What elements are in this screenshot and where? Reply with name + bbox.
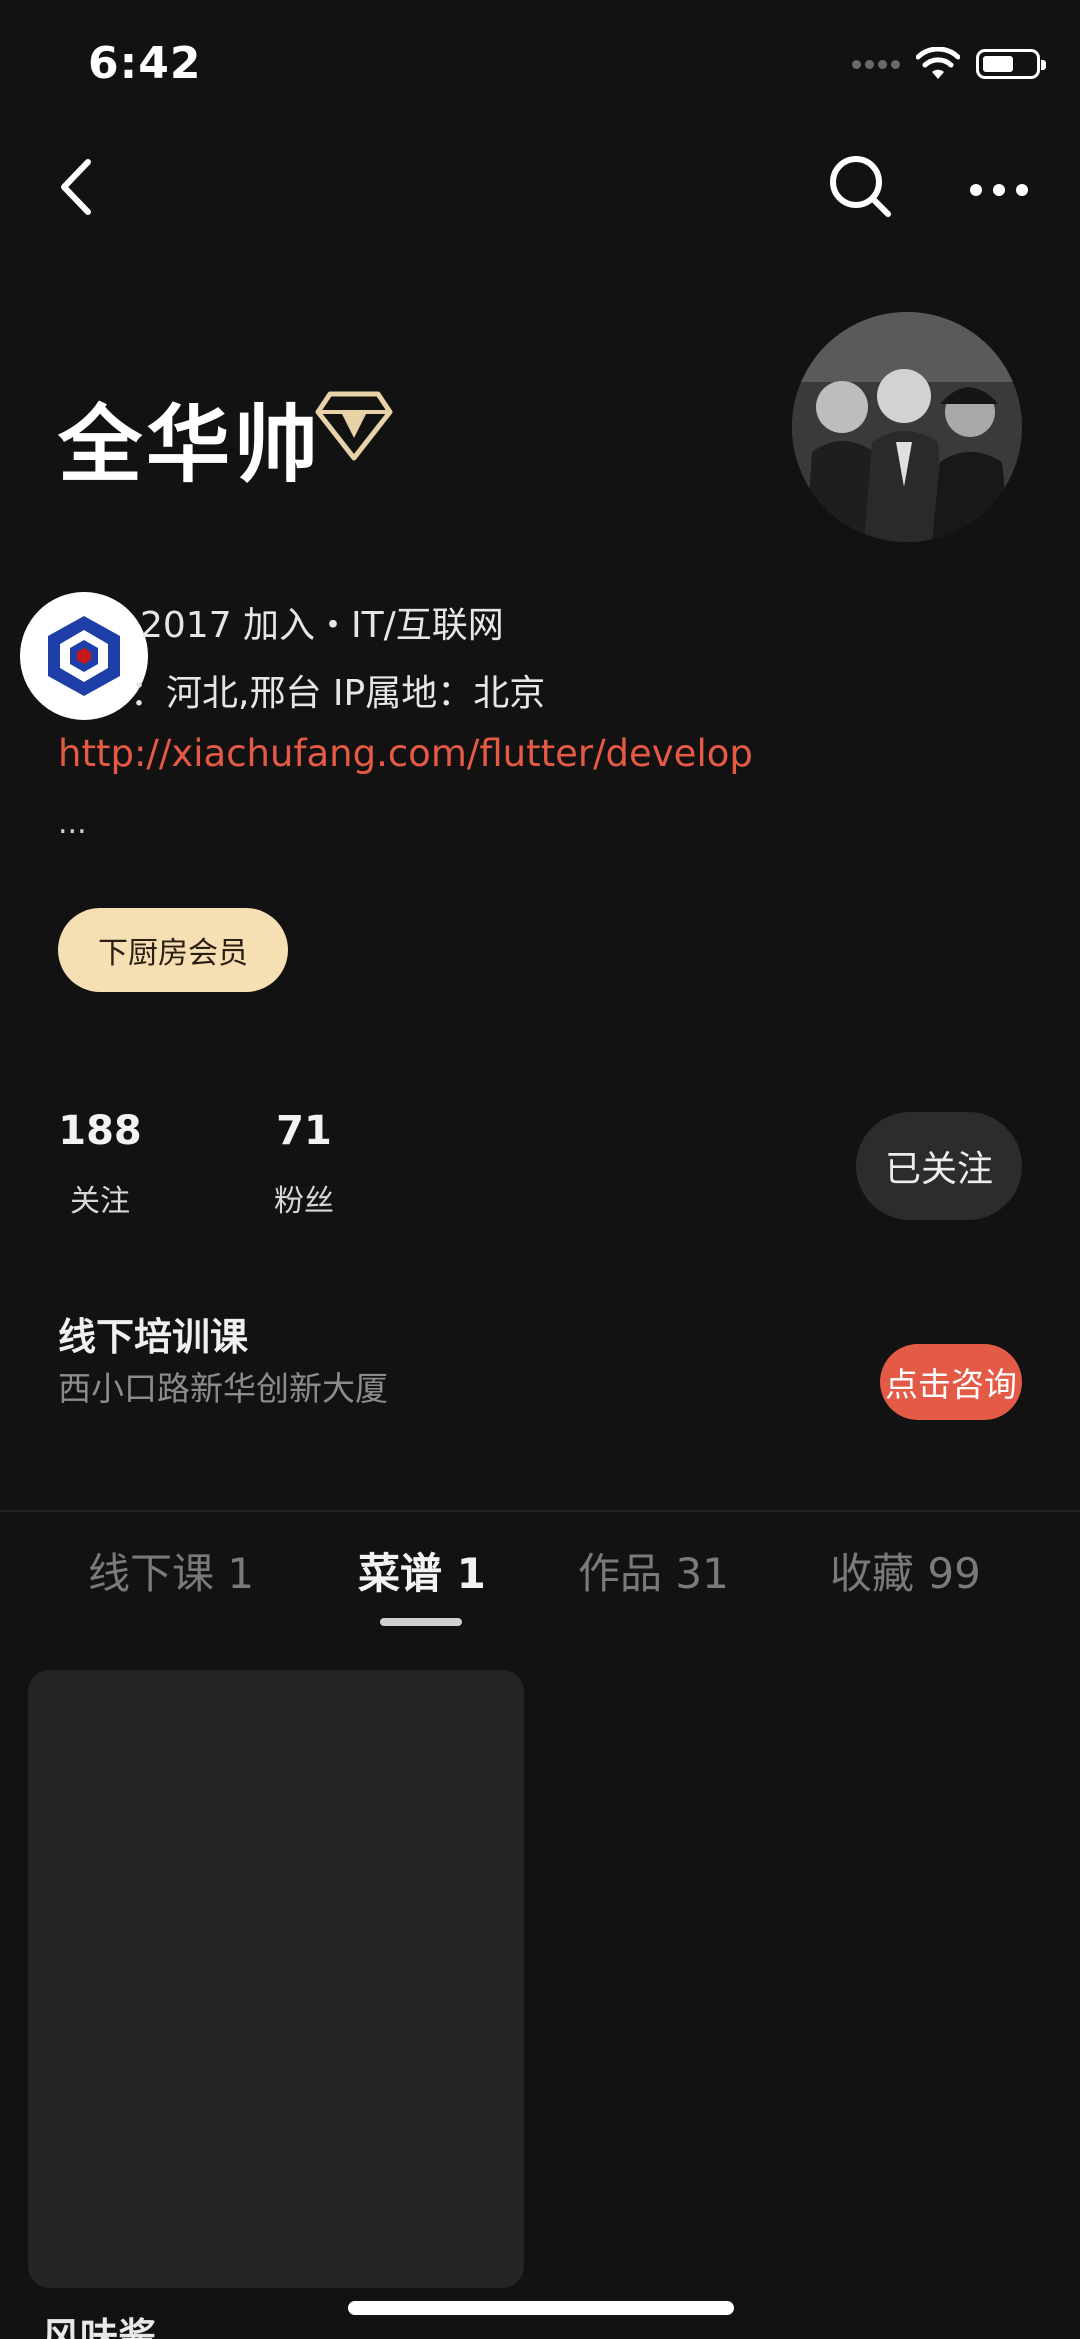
active-tab-indicator <box>380 1618 462 1626</box>
location-info: ：河北,邢台 IP属地：北京 <box>130 673 546 714</box>
join-info: 2017 加入・IT/互联网 <box>140 605 504 646</box>
follow-button[interactable]: 已关注 <box>856 1112 1022 1220</box>
cellular-signal-icon <box>852 59 900 69</box>
profile-link[interactable]: http://xiachufang.com/flutter/develop <box>58 732 753 775</box>
recipe-title[interactable]: 风味酱 <box>42 2306 156 2339</box>
tab-recipes[interactable]: 菜谱 1 <box>358 1540 486 1601</box>
fans-count: 71 <box>276 1108 332 1154</box>
wifi-icon <box>916 47 960 79</box>
tab-offline-course[interactable]: 线下课 1 <box>88 1540 254 1601</box>
fans-stat[interactable]: 71 粉丝 <box>234 1108 374 1220</box>
status-time: 6:42 <box>88 38 202 89</box>
more-button[interactable] <box>968 162 1030 218</box>
following-count: 188 <box>58 1108 142 1154</box>
bio-ellipsis[interactable]: ... <box>58 806 87 841</box>
diamond-icon <box>315 391 393 461</box>
search-button[interactable] <box>826 152 896 222</box>
profile-tabs: 线下课 1 菜谱 1 作品 31 收藏 99 <box>0 1540 1080 1620</box>
consult-button[interactable]: 点击咨询 <box>880 1344 1022 1420</box>
recipe-card[interactable] <box>28 1670 524 2288</box>
tab-works[interactable]: 作品 31 <box>578 1540 729 1601</box>
status-icons <box>852 44 1046 84</box>
verified-logo-badge <box>20 592 148 720</box>
member-badge[interactable]: 下厨房会员 <box>58 908 288 992</box>
fans-label: 粉丝 <box>274 1184 334 1219</box>
chevron-left-icon <box>61 159 91 215</box>
course-title: 线下培训课 <box>58 1315 249 1359</box>
profile-page: 6:42 全华帅 2017 加入・IT/互联网 ：河北,邢台 IP属地：北京 h… <box>0 0 1080 2339</box>
search-icon <box>830 156 891 217</box>
profile-name: 全华帅 <box>58 396 323 494</box>
avatar[interactable] <box>792 312 1022 542</box>
tab-favorites[interactable]: 收藏 99 <box>830 1540 981 1601</box>
hexagon-logo-icon <box>48 616 120 696</box>
home-indicator[interactable] <box>348 2301 734 2315</box>
more-horizontal-icon <box>970 184 1028 196</box>
section-divider <box>0 1510 1080 1512</box>
battery-icon <box>976 49 1046 79</box>
back-button[interactable] <box>50 152 110 222</box>
following-stat[interactable]: 188 关注 <box>30 1108 170 1220</box>
course-address: 西小口路新华创新大厦 <box>58 1369 388 1408</box>
avatar-photo <box>792 312 1022 542</box>
following-label: 关注 <box>70 1184 130 1219</box>
